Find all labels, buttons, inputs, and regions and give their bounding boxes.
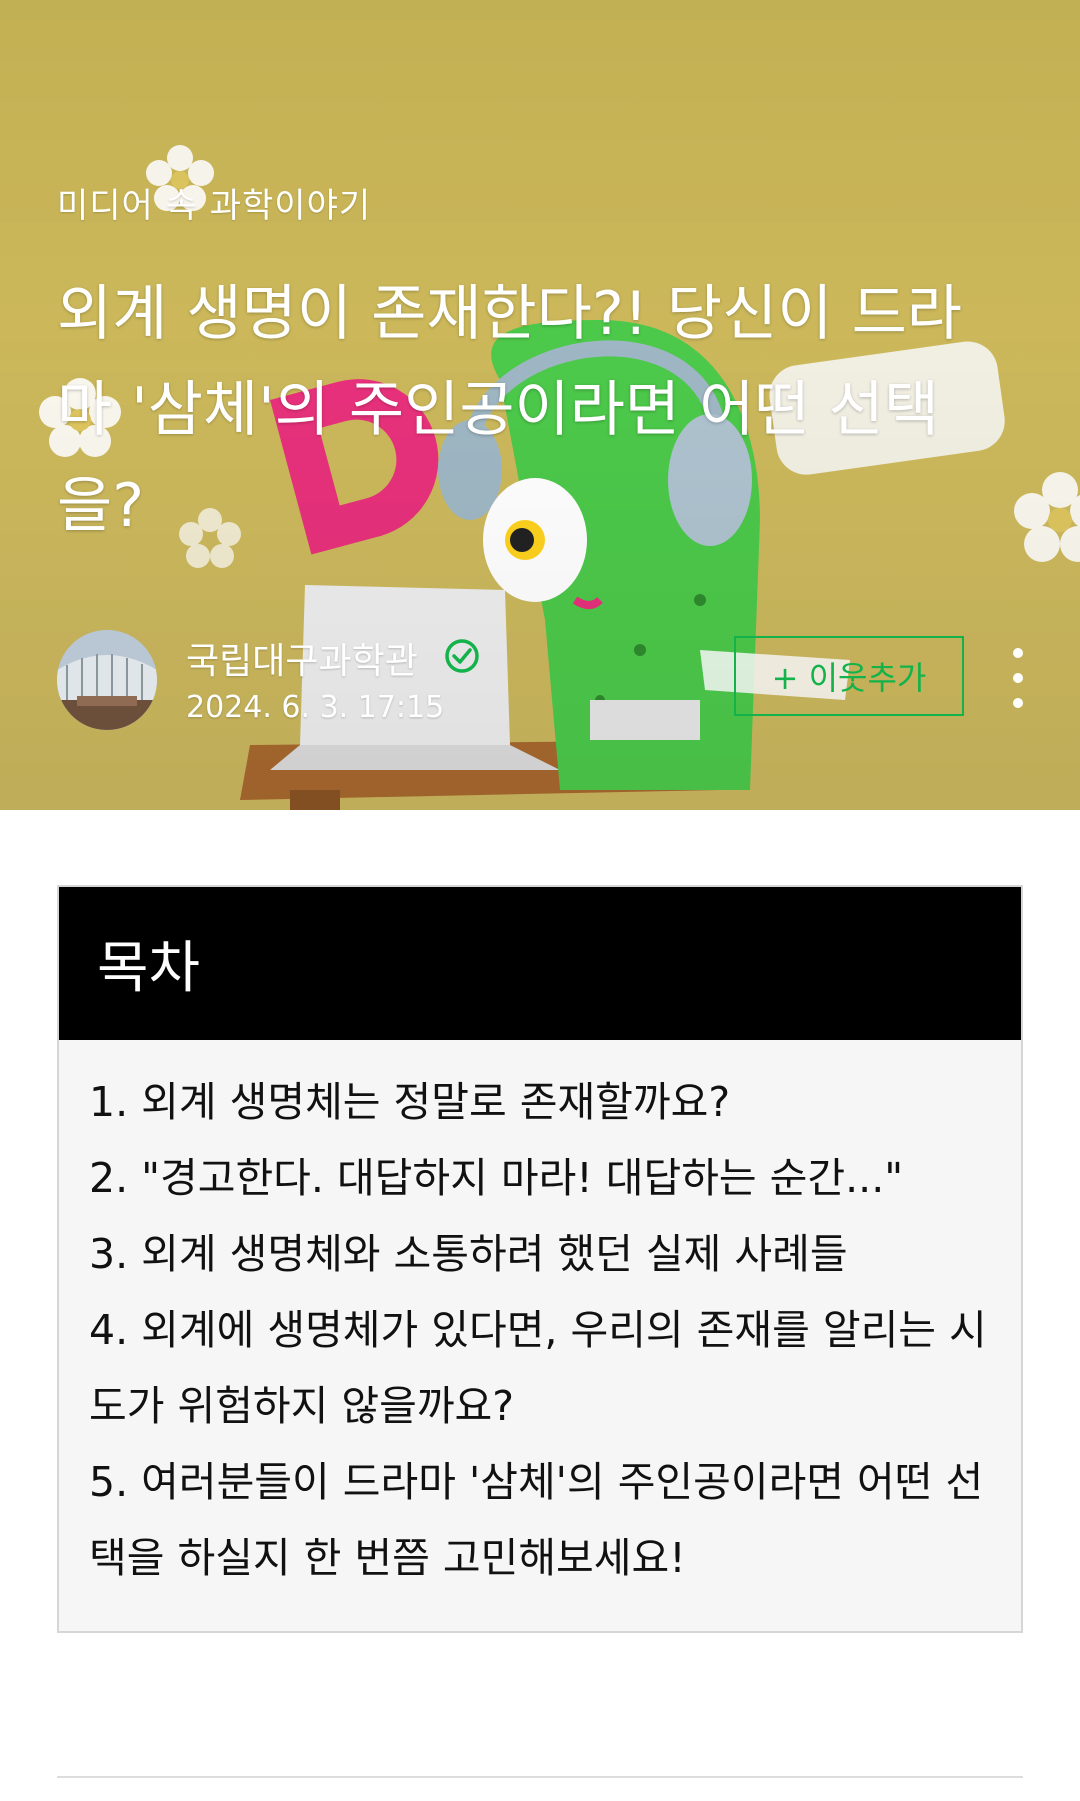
check-circle-icon [445,639,479,673]
author-name[interactable]: 국립대구과학관 [186,632,418,684]
category-label[interactable]: 미디어 속 과학이야기 [57,178,371,227]
toc-item[interactable]: 5. 여러분들이 드라마 '삼체'의 주인공이라면 어떤 선택을 하실지 한 번… [89,1444,991,1596]
section-divider [57,1776,1023,1778]
toc-item[interactable]: 3. 외계 생명체와 소통하려 했던 실제 사례들 [89,1216,991,1292]
museum-building-icon [57,630,157,730]
toc-list: 1. 외계 생명체는 정말로 존재할까요? 2. "경고한다. 대답하지 마라!… [59,1040,1021,1596]
toc-item[interactable]: 2. "경고한다. 대답하지 마라! 대답하는 순간..." [89,1140,991,1216]
post-title: 외계 생명이 존재한다?! 당신이 드라마 '삼체'의 주인공이라면 어떤 선택… [57,279,962,541]
add-neighbor-button[interactable]: + 이웃추가 [734,636,964,716]
avatar[interactable] [57,630,157,730]
vertical-dots-icon[interactable] [1000,648,1036,708]
toc-item[interactable]: 4. 외계에 생명체가 있다면, 우리의 존재를 알리는 시도가 위험하지 않을… [89,1292,991,1444]
hero-banner: 미디어 속 과학이야기 외계 생명이 존재한다?! 당신이 드라마 '삼체'의 … [0,0,1080,810]
toc-header: 목차 [59,887,1021,1040]
table-of-contents: 목차 1. 외계 생명체는 정말로 존재할까요? 2. "경고한다. 대답하지 … [57,885,1023,1633]
toc-item[interactable]: 1. 외계 생명체는 정말로 존재할까요? [89,1064,991,1140]
post-date: 2024. 6. 3. 17:15 [186,690,445,725]
toc-title: 목차 [97,936,201,1001]
